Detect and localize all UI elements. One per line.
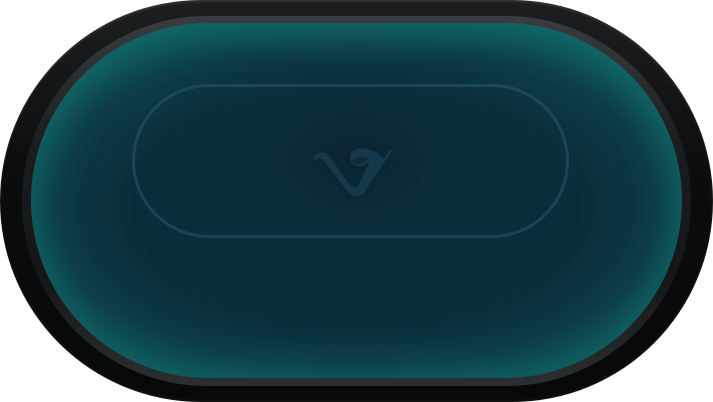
v-logo-icon [312,148,392,196]
poker-table-rail [0,0,713,402]
poker-table-felt [31,23,682,378]
